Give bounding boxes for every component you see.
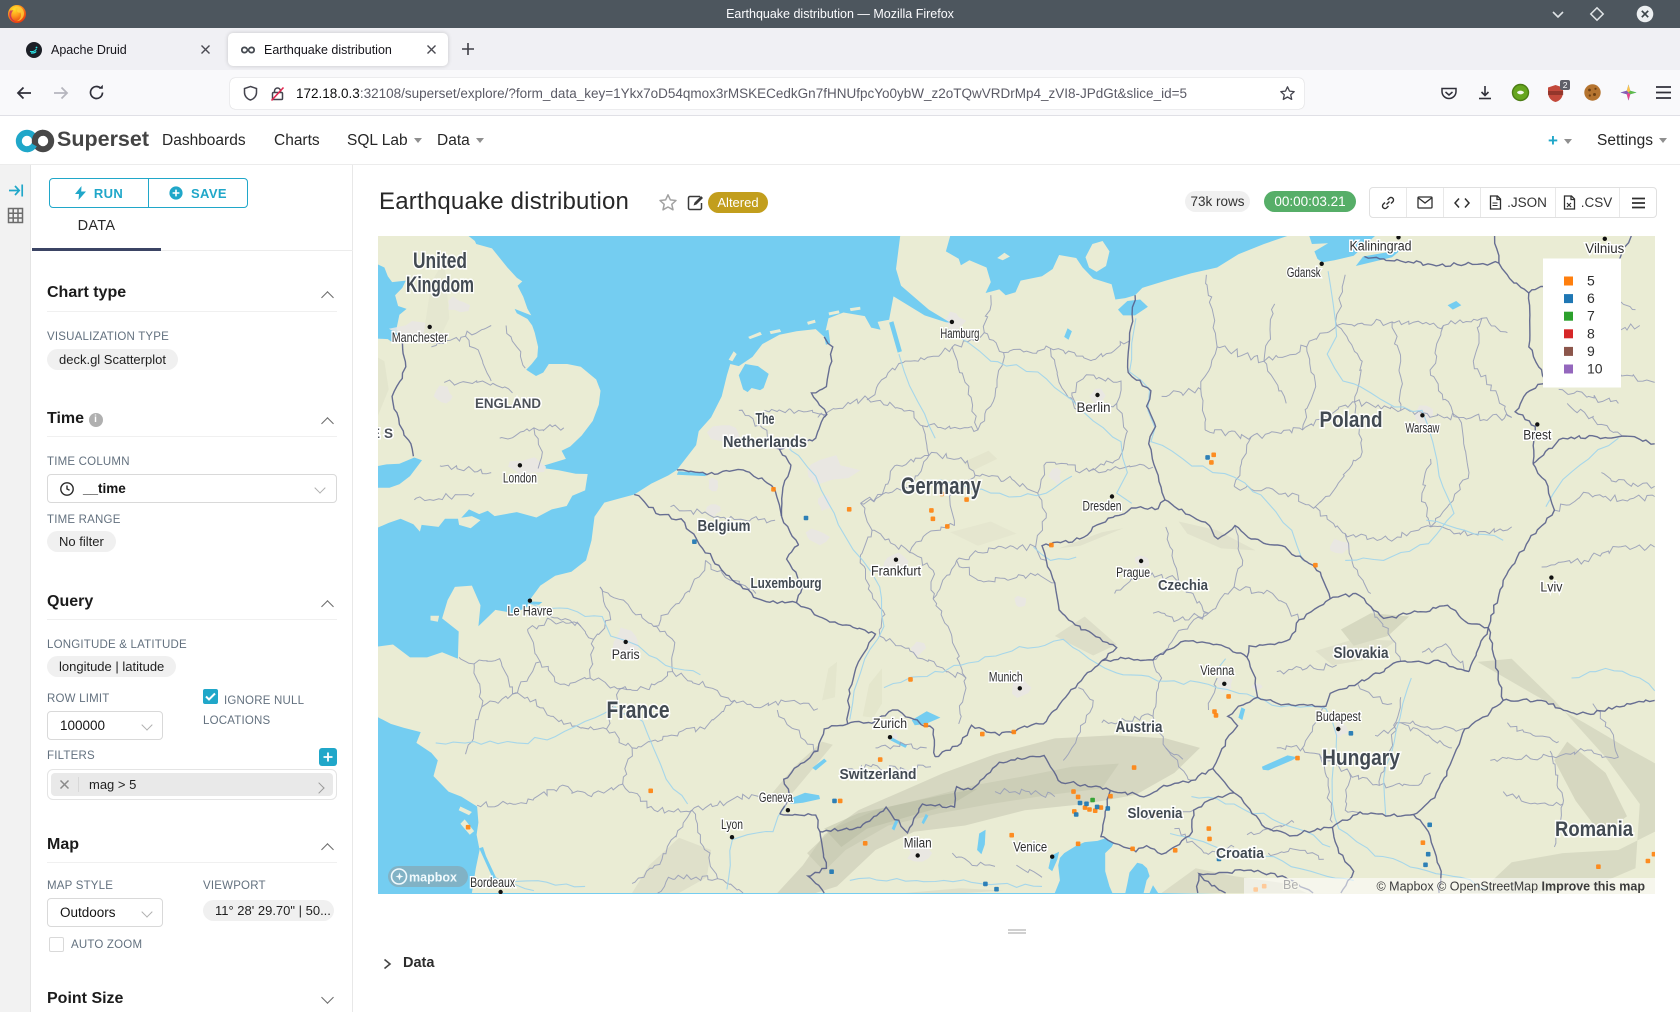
svg-text:Le Havre: Le Havre bbox=[507, 604, 552, 619]
svg-text:Warsaw: Warsaw bbox=[1405, 420, 1439, 435]
svg-text:Munich: Munich bbox=[989, 669, 1023, 684]
svg-text:The: The bbox=[756, 411, 775, 428]
svg-text:Berlin: Berlin bbox=[1077, 400, 1111, 415]
svg-text:United: United bbox=[413, 248, 467, 273]
svg-text:Kaliningrad: Kaliningrad bbox=[1350, 238, 1412, 253]
svg-text:Croatia: Croatia bbox=[1216, 845, 1265, 862]
svg-text:Romania: Romania bbox=[1555, 818, 1633, 841]
svg-text:ENGLAND: ENGLAND bbox=[475, 396, 541, 411]
svg-text:6: 6 bbox=[1587, 290, 1595, 306]
svg-text:Vienna: Vienna bbox=[1200, 663, 1234, 678]
svg-text:Belgium: Belgium bbox=[698, 518, 751, 535]
svg-text:Hamburg: Hamburg bbox=[940, 326, 979, 341]
svg-text:Budapest: Budapest bbox=[1316, 709, 1361, 724]
svg-text:Slovakia: Slovakia bbox=[1334, 645, 1389, 662]
svg-text:Kingdom: Kingdom bbox=[406, 272, 474, 297]
svg-text:© Mapbox © OpenStreetMap Impro: © Mapbox © OpenStreetMap Improve this ma… bbox=[1376, 880, 1645, 894]
svg-text:8: 8 bbox=[1587, 325, 1595, 341]
svg-text:Luxembourg: Luxembourg bbox=[751, 575, 822, 592]
svg-text:Frankfurt: Frankfurt bbox=[871, 564, 921, 579]
svg-text:Vilnius: Vilnius bbox=[1585, 241, 1624, 256]
svg-text:10: 10 bbox=[1587, 361, 1603, 377]
svg-text:Netherlands: Netherlands bbox=[723, 434, 807, 451]
svg-text:Bordeaux: Bordeaux bbox=[470, 875, 515, 890]
svg-text:Austria: Austria bbox=[1116, 719, 1163, 736]
svg-text:9: 9 bbox=[1587, 343, 1595, 359]
svg-text:Hungary: Hungary bbox=[1322, 745, 1401, 770]
svg-text:Prague: Prague bbox=[1116, 565, 1150, 580]
svg-text:Gdansk: Gdansk bbox=[1287, 265, 1321, 280]
svg-text:Venice: Venice bbox=[1013, 840, 1047, 855]
svg-text:Zurich: Zurich bbox=[873, 716, 907, 731]
svg-text:Lyon: Lyon bbox=[721, 817, 743, 832]
svg-text:France: France bbox=[607, 697, 670, 724]
svg-text:5: 5 bbox=[1587, 273, 1595, 289]
svg-text:mapbox: mapbox bbox=[409, 871, 457, 885]
svg-text:Geneva: Geneva bbox=[759, 790, 793, 805]
svg-text:Germany: Germany bbox=[901, 473, 981, 500]
svg-text:Slovenia: Slovenia bbox=[1128, 805, 1184, 822]
svg-text:Lviv: Lviv bbox=[1540, 580, 1562, 595]
svg-text:ES: ES bbox=[378, 426, 397, 441]
svg-text:7: 7 bbox=[1587, 308, 1595, 324]
svg-text:Manchester: Manchester bbox=[392, 330, 448, 345]
svg-text:Milan: Milan bbox=[904, 836, 932, 851]
svg-text:Poland: Poland bbox=[1320, 407, 1383, 432]
svg-text:London: London bbox=[503, 470, 537, 485]
svg-text:Brest: Brest bbox=[1523, 427, 1551, 442]
svg-text:Czechia: Czechia bbox=[1158, 577, 1209, 594]
svg-text:Paris: Paris bbox=[612, 647, 640, 662]
svg-text:Dresden: Dresden bbox=[1083, 499, 1122, 514]
svg-text:Switzerland: Switzerland bbox=[840, 766, 917, 783]
